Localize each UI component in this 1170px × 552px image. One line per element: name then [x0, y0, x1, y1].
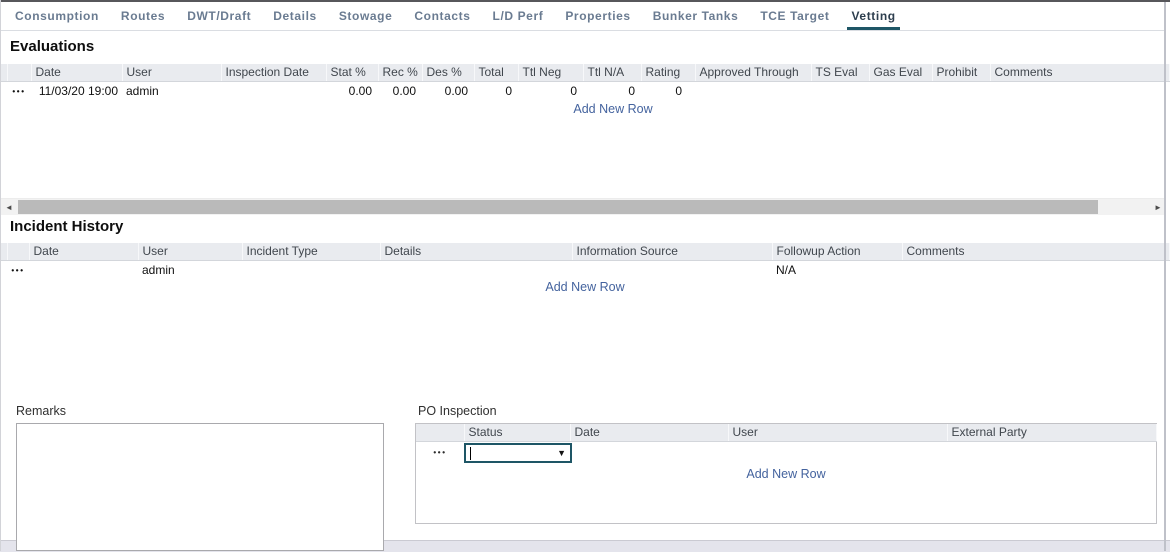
tab-contacts[interactable]: Contacts [403, 2, 481, 30]
col-header-comments[interactable]: Comments [902, 243, 1169, 260]
cell-approved-through [695, 81, 811, 101]
col-header-des-pct[interactable]: Des % [422, 64, 474, 81]
cell-total: 0 [474, 81, 518, 101]
window-top-border [0, 0, 1170, 2]
col-header-stat-pct[interactable]: Stat % [326, 64, 378, 81]
col-header-ts-eval[interactable]: TS Eval [811, 64, 869, 81]
tab-properties[interactable]: Properties [554, 2, 641, 30]
cell-comments [902, 260, 1169, 280]
tab-details[interactable]: Details [262, 2, 328, 30]
tab-vetting[interactable]: Vetting [840, 2, 906, 30]
tab-bunker-tanks[interactable]: Bunker Tanks [642, 2, 750, 30]
row-menu-icon[interactable]: ••• [7, 81, 31, 101]
evaluations-section-title: Evaluations [10, 38, 94, 55]
window-left-border [0, 0, 1, 551]
cell-information-source [572, 260, 772, 280]
incident-header-row: Date User Incident Type Details Informat… [1, 243, 1169, 260]
col-header-ttl-na[interactable]: Ttl N/A [583, 64, 641, 81]
cell-followup-action: N/A [772, 260, 902, 280]
col-header-external-party[interactable]: External Party [947, 424, 1156, 441]
tab-routes[interactable]: Routes [110, 2, 176, 30]
col-header-rec-pct[interactable]: Rec % [378, 64, 422, 81]
col-header-approved-through[interactable]: Approved Through [695, 64, 811, 81]
cell-user: admin [122, 81, 221, 101]
col-header-rowmenu [7, 64, 31, 81]
col-header-user[interactable]: User [138, 243, 242, 260]
incident-table-row: ••• admin N/A [1, 260, 1169, 280]
col-header-information-source[interactable]: Information Source [572, 243, 772, 260]
cell-date: 11/03/20 19:00 [31, 81, 122, 101]
tab-stowage[interactable]: Stowage [328, 2, 404, 30]
cell-prohibit [932, 81, 990, 101]
col-header-rowmenu [7, 243, 29, 260]
col-header-prohibit[interactable]: Prohibit [932, 64, 990, 81]
col-header-date[interactable]: Date [29, 243, 138, 260]
incident-history-grid: Date User Incident Type Details Informat… [1, 243, 1170, 280]
col-header-date[interactable]: Date [570, 424, 728, 441]
row-menu-icon[interactable]: ••• [416, 448, 464, 457]
cell-gas-eval [869, 81, 932, 101]
evaluations-add-new-row-link[interactable]: Add New Row [56, 102, 1170, 116]
cell-comments [990, 81, 1169, 101]
incident-history-section-title: Incident History [10, 218, 123, 235]
cell-inspection-date [221, 81, 326, 101]
po-header-row: Status Date User External Party [416, 424, 1156, 441]
evaluations-table-row: ••• 11/03/20 19:00 admin 0.00 0.00 0.00 … [1, 81, 1169, 101]
col-header-status[interactable]: Status [464, 424, 570, 441]
col-header-user[interactable]: User [728, 424, 947, 441]
po-inspection-label: PO Inspection [418, 404, 497, 418]
cell-incident-type [242, 260, 380, 280]
status-dropdown[interactable]: ▼ [464, 443, 572, 463]
tab-vetting-label: Vetting [851, 9, 895, 23]
tab-ld-perf[interactable]: L/D Perf [482, 2, 555, 30]
remarks-textarea[interactable] [16, 423, 384, 551]
cell-des-pct: 0.00 [422, 81, 474, 101]
col-header-date[interactable]: Date [31, 64, 122, 81]
cell-date [29, 260, 138, 280]
cell-user: admin [138, 260, 242, 280]
row-menu-icon[interactable]: ••• [7, 260, 29, 280]
tab-bar: Consumption Routes DWT/Draft Details Sto… [1, 2, 1164, 31]
col-header-total[interactable]: Total [474, 64, 518, 81]
col-header-gas-eval[interactable]: Gas Eval [869, 64, 932, 81]
col-header-followup-action[interactable]: Followup Action [772, 243, 902, 260]
chevron-down-icon: ▼ [557, 449, 566, 458]
cell-details [380, 260, 572, 280]
tab-tce-target[interactable]: TCE Target [749, 2, 840, 30]
col-header-comments[interactable]: Comments [990, 64, 1169, 81]
col-header-rowmenu [416, 424, 464, 441]
tab-dwt-draft[interactable]: DWT/Draft [176, 2, 262, 30]
tab-consumption[interactable]: Consumption [4, 2, 110, 30]
scrollbar-thumb[interactable] [18, 200, 1098, 214]
evaluations-header-row: Date User Inspection Date Stat % Rec % D… [1, 64, 1169, 81]
col-header-incident-type[interactable]: Incident Type [242, 243, 380, 260]
incident-add-new-row-link[interactable]: Add New Row [1, 280, 1169, 294]
evaluations-grid: Date User Inspection Date Stat % Rec % D… [1, 64, 1170, 101]
active-tab-underline [847, 27, 899, 30]
horizontal-scrollbar[interactable]: ◄ ► [1, 198, 1166, 215]
col-header-inspection-date[interactable]: Inspection Date [221, 64, 326, 81]
window-right-border [1164, 2, 1166, 551]
cell-rec-pct: 0.00 [378, 81, 422, 101]
po-add-new-row-link[interactable]: Add New Row [416, 467, 1156, 481]
col-header-details[interactable]: Details [380, 243, 572, 260]
remarks-label: Remarks [16, 404, 66, 418]
cell-ts-eval [811, 81, 869, 101]
cell-ttl-neg: 0 [518, 81, 583, 101]
col-header-user[interactable]: User [122, 64, 221, 81]
text-cursor [470, 447, 471, 460]
cell-ttl-na: 0 [583, 81, 641, 101]
po-inspection-grid: Status Date User External Party ••• ▼ Ad… [415, 423, 1157, 524]
col-header-rating[interactable]: Rating [641, 64, 695, 81]
cell-rating: 0 [641, 81, 695, 101]
col-header-ttl-neg[interactable]: Ttl Neg [518, 64, 583, 81]
cell-stat-pct: 0.00 [326, 81, 378, 101]
scroll-left-arrow-icon[interactable]: ◄ [1, 199, 17, 215]
